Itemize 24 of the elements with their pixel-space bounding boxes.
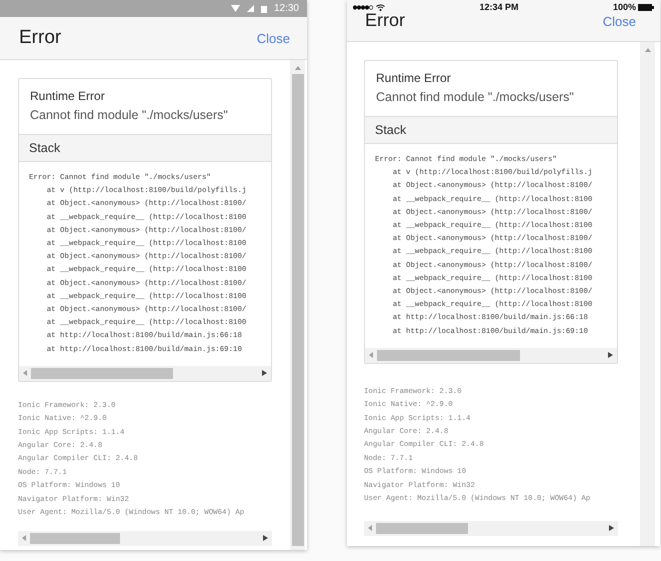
clock-text: 12:34 PM (478, 2, 520, 12)
battery-icon (260, 4, 267, 12)
horizontal-scrollbar[interactable] (365, 348, 617, 363)
signal-icon (246, 5, 254, 12)
vertical-scrollbar[interactable] (290, 60, 305, 550)
vertical-scrollbar[interactable] (640, 42, 655, 546)
signal-icon (353, 4, 373, 10)
close-button[interactable]: Close (602, 14, 636, 29)
error-title: Runtime Error (30, 89, 106, 103)
stack-heading: Stack (19, 134, 271, 162)
wifi-icon (230, 5, 240, 12)
horizontal-scrollbar[interactable] (19, 366, 271, 381)
error-message: Cannot find module "./mocks/users" (30, 108, 229, 122)
modal-title: Error (365, 10, 405, 31)
wifi-icon (376, 4, 385, 10)
close-button[interactable]: Close (256, 30, 290, 46)
horizontal-scrollbar[interactable] (18, 530, 272, 546)
clock-text: 12:30 (274, 3, 299, 14)
error-title: Runtime Error (376, 71, 452, 85)
error-message: Cannot find module "./mocks/users" (376, 90, 575, 104)
modal-title: Error (19, 27, 62, 49)
battery-text: 100% (612, 2, 636, 12)
horizontal-scrollbar[interactable] (364, 520, 618, 536)
stack-heading: Stack (365, 116, 617, 144)
